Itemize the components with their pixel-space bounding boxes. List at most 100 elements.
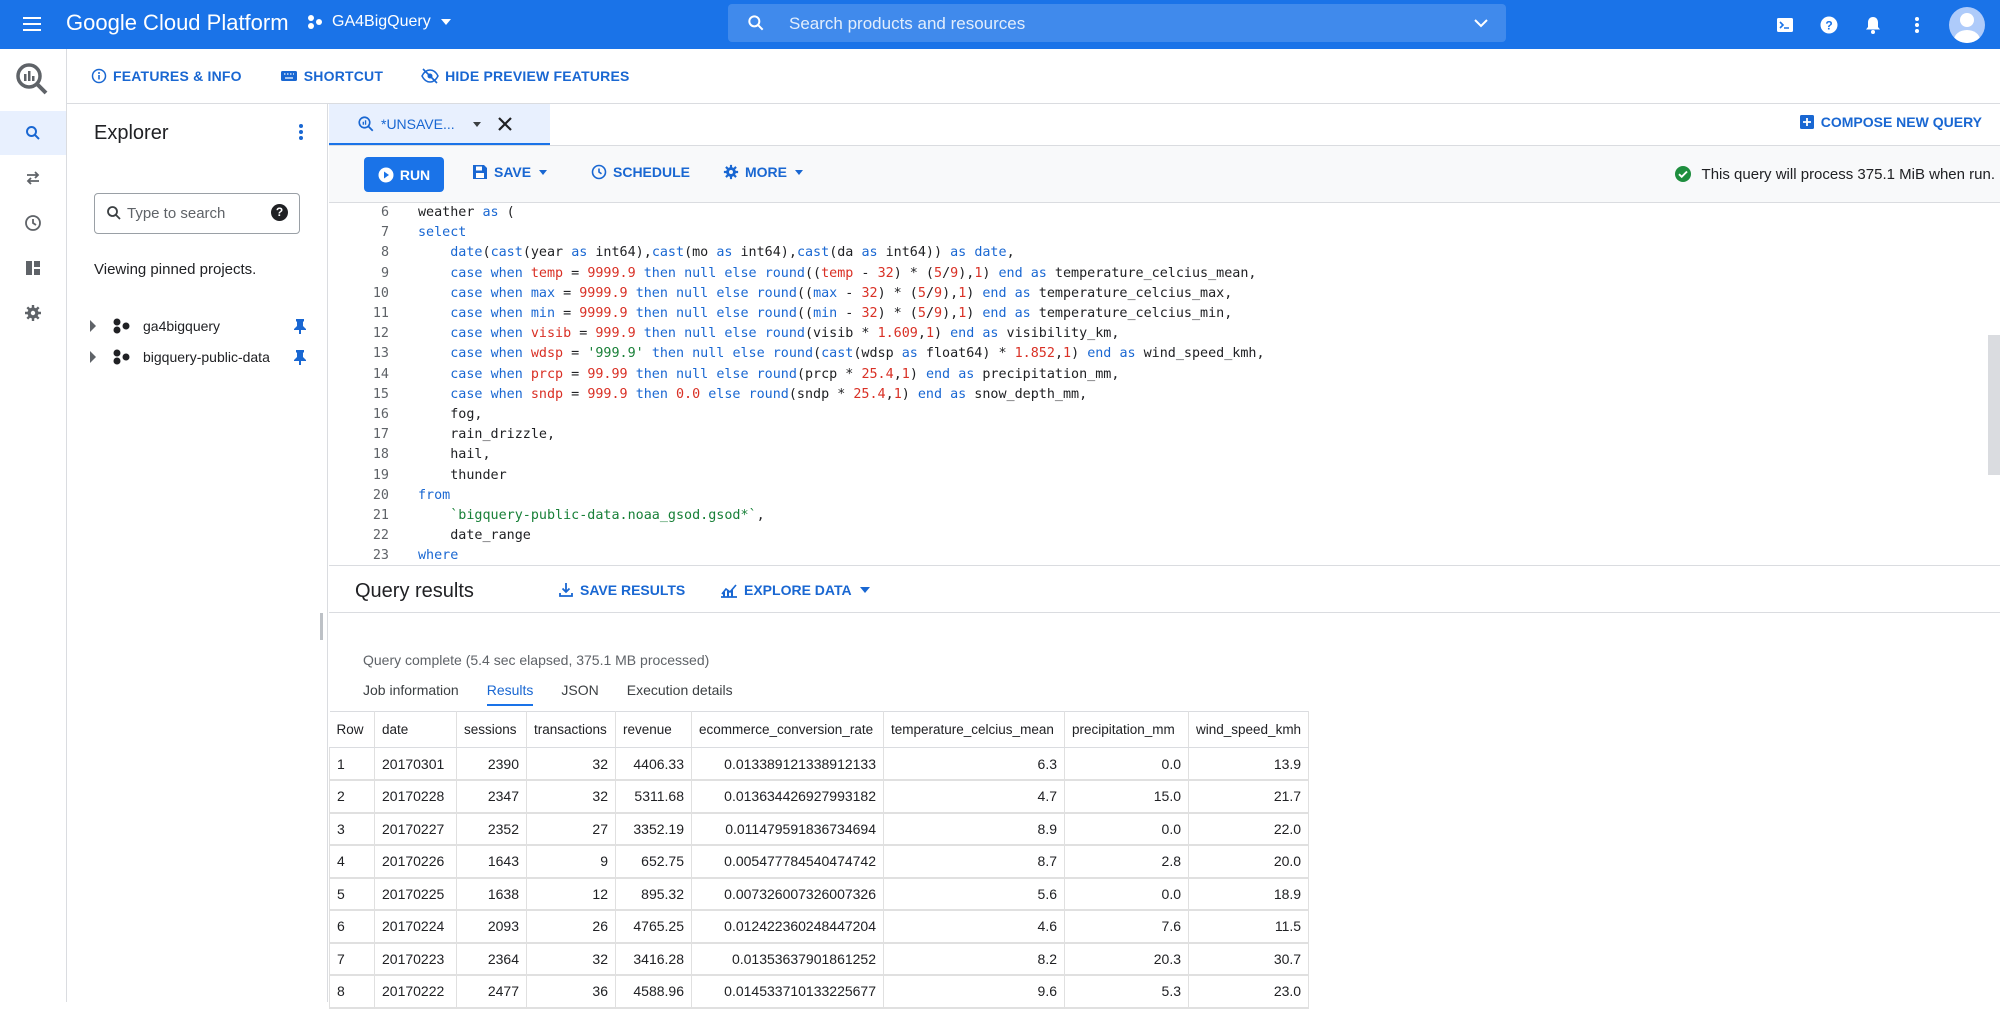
code-text[interactable]: hail, [418,445,490,465]
column-header[interactable]: ecommerce_conversion_rate [691,711,884,748]
code-text[interactable]: date_range [418,526,531,546]
table-cell[interactable]: 9.6 [883,974,1065,1009]
table-cell[interactable]: 5.3 [1064,974,1189,1009]
code-text[interactable]: from [418,486,450,506]
table-cell[interactable]: 5 [329,877,375,911]
table-cell[interactable]: 4.6 [883,909,1065,944]
rail-settings[interactable] [0,291,66,335]
table-cell[interactable]: 652.75 [615,844,692,879]
table-cell[interactable]: 8.7 [883,844,1065,879]
pin-icon[interactable] [293,318,307,334]
table-cell[interactable]: 15.0 [1064,779,1189,814]
table-cell[interactable]: 27 [526,812,616,846]
code-line[interactable]: 11 case when min = 9999.9 then null else… [329,304,1989,324]
code-text[interactable]: weather as ( [418,203,515,223]
table-cell[interactable]: 20.0 [1187,844,1310,879]
expand-arrow-icon[interactable] [90,320,96,332]
table-row[interactable]: 7 20170223 2364 32 3416.28 0.0135363790186125… [329,942,1310,976]
table-cell[interactable]: 20170301 [374,747,457,781]
chevron-down-icon[interactable] [1472,14,1490,32]
code-text[interactable]: rain_drizzle, [418,425,555,445]
table-cell[interactable]: 0.012422360248447204 [691,909,884,944]
table-cell[interactable]: 20170227 [374,812,457,846]
table-cell[interactable]: 0.0 [1064,877,1189,911]
table-cell[interactable]: 20.3 [1064,942,1189,976]
table-row[interactable]: 6 20170224 2093 26 4765.25 0.0124223602484472… [329,909,1310,944]
table-cell[interactable]: 2390 [456,747,527,781]
table-cell[interactable]: 2 [329,779,375,814]
column-header[interactable]: wind_speed_kmh [1188,711,1310,748]
search-bar[interactable]: Search products and resources [728,4,1506,42]
table-cell[interactable]: 0.011479591836734694 [691,812,884,846]
code-line[interactable]: 17 rain_drizzle, [329,425,1989,445]
explorer-search-input[interactable]: Type to search [127,205,225,222]
table-cell[interactable]: 3 [329,812,375,846]
code-line[interactable]: 21 `bigquery-public-data.noaa_gsod.gsod*… [329,506,1989,526]
table-cell[interactable]: 20170224 [374,909,457,944]
code-line[interactable]: 20 from [329,486,1989,506]
column-header[interactable]: precipitation_mm [1064,711,1189,748]
search-input[interactable]: Search products and resources [789,14,1025,34]
table-cell[interactable]: 2352 [456,812,527,846]
table-row[interactable]: 4 20170226 1643 9 652.75 0.005477784540474742… [329,844,1310,879]
table-cell[interactable]: 4 [329,844,375,879]
code-line[interactable]: 23 where [329,546,1989,565]
column-header[interactable]: revenue [615,711,692,748]
menu-icon[interactable] [20,12,44,36]
code-line[interactable]: 13 case when wdsp = '999.9' then null el… [329,344,1989,364]
code-text[interactable]: case when min = 9999.9 then null else ro… [418,304,1232,324]
table-row[interactable]: 2 20170228 2347 32 5311.68 0.0136344269279931… [329,779,1310,814]
table-cell[interactable]: 0.013634426927993182 [691,779,884,814]
explore-data-button[interactable]: EXPLORE DATA [720,582,872,598]
tab-job-information[interactable]: Job information [363,682,459,706]
table-cell[interactable]: 8.2 [883,942,1065,976]
table-cell[interactable]: 1 [329,747,375,781]
code-line[interactable]: 15 case when sndp = 999.9 then 0.0 else … [329,385,1989,405]
code-text[interactable]: where [418,546,458,565]
code-text[interactable]: case when wdsp = '999.9' then null else … [418,344,1264,364]
column-header[interactable]: temperature_celcius_mean [883,711,1065,748]
table-row[interactable]: 1 20170301 2390 32 4406.33 0.0133891213389121… [329,747,1310,781]
run-button[interactable]: RUN [364,157,444,192]
code-text[interactable]: case when prcp = 99.99 then null else ro… [418,365,1119,385]
table-cell[interactable]: 11.5 [1187,909,1310,944]
table-cell[interactable]: 0.007326007326007326 [691,877,884,911]
table-cell[interactable]: 26 [526,909,616,944]
project-name[interactable]: ga4bigquery [143,318,293,334]
column-header[interactable]: sessions [456,711,527,748]
more-vert-icon[interactable] [291,122,311,147]
code-text[interactable]: select [418,223,466,243]
table-row[interactable]: 5 20170225 1638 12 895.32 0.00732600732600732… [329,877,1310,911]
code-line[interactable]: 16 fog, [329,405,1989,425]
code-line[interactable]: 18 hail, [329,445,1989,465]
code-text[interactable]: date(cast(year as int64),cast(mo as int6… [418,243,1014,263]
table-cell[interactable]: 4406.33 [615,747,692,781]
table-cell[interactable]: 5.6 [883,877,1065,911]
cloud-shell-icon[interactable] [1763,3,1807,47]
column-header[interactable]: date [374,711,457,748]
rail-history[interactable] [0,201,66,245]
brand-title[interactable]: Google Cloud Platform [66,10,289,36]
code-line[interactable]: 6 weather as ( [329,203,1989,223]
close-icon[interactable] [497,116,513,132]
table-cell[interactable]: 0.01353637901861252 [691,942,884,976]
table-cell[interactable]: 0.014533710133225677 [691,974,884,1009]
rail-dashboard[interactable] [0,246,66,290]
shortcut-button[interactable]: SHORTCUT [280,68,383,84]
tree-item-project[interactable]: bigquery-public-data [87,344,307,370]
table-cell[interactable]: 23.0 [1187,974,1310,1009]
code-text[interactable]: thunder [418,466,506,486]
rail-transfers[interactable] [0,156,66,200]
table-cell[interactable]: 3416.28 [615,942,692,976]
table-cell[interactable]: 7 [329,942,375,976]
sql-code-editor[interactable]: 6 weather as (7 select 8 date(cast(year as … [329,203,2000,565]
pin-icon[interactable] [293,349,307,365]
schedule-button[interactable]: SCHEDULE [591,164,690,180]
table-cell[interactable]: 22.0 [1187,812,1310,846]
tab-execution-details[interactable]: Execution details [627,682,733,706]
table-cell[interactable]: 20170225 [374,877,457,911]
table-cell[interactable]: 4765.25 [615,909,692,944]
table-cell[interactable]: 13.9 [1187,747,1310,781]
table-cell[interactable]: 2364 [456,942,527,976]
tab-unsaved-query[interactable]: *UNSAVE... [329,104,550,145]
